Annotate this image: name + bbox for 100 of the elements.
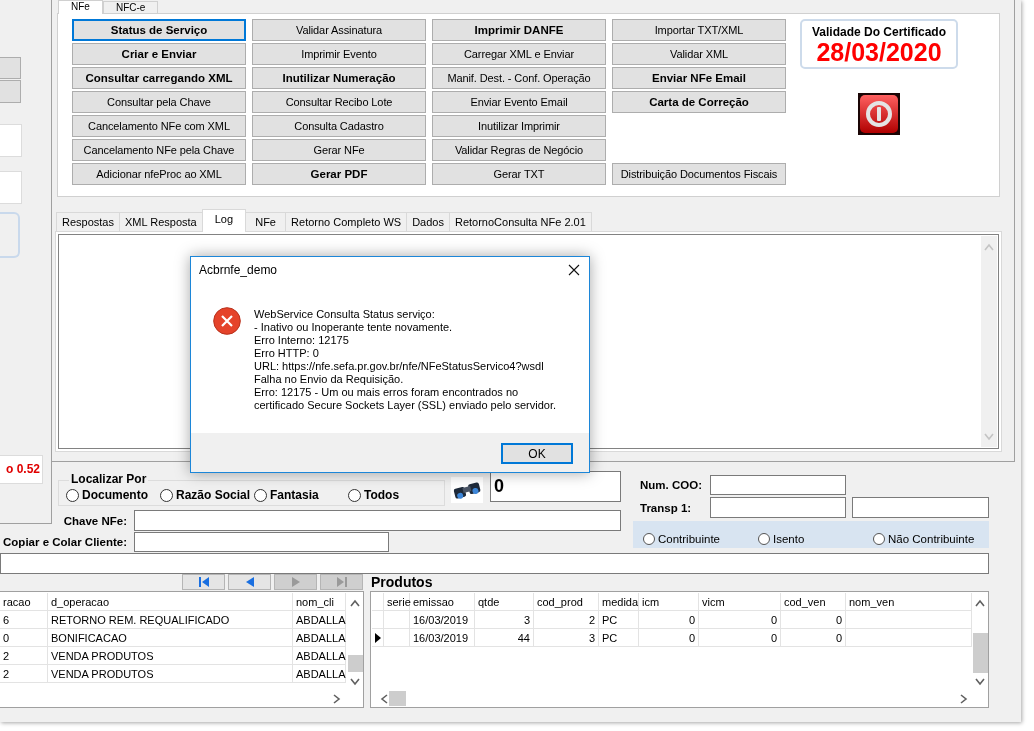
chevron-left-icon[interactable] bbox=[380, 693, 388, 704]
action-button[interactable]: Carregar XML e Enviar bbox=[432, 43, 606, 65]
chevron-up-icon[interactable] bbox=[975, 599, 985, 607]
action-button[interactable]: Enviar NFe Email bbox=[612, 67, 786, 89]
error-icon bbox=[213, 307, 241, 335]
binoculars-icon[interactable] bbox=[451, 477, 483, 503]
radio-option[interactable]: Não Contribuinte bbox=[873, 533, 988, 545]
chevron-down-icon[interactable] bbox=[350, 678, 360, 686]
tab[interactable]: NFe bbox=[58, 0, 103, 14]
ok-button[interactable]: OK bbox=[501, 443, 573, 464]
column-header: nom_ven bbox=[846, 593, 972, 611]
tab[interactable]: Log bbox=[201, 209, 247, 232]
field-label: Chave NFe: bbox=[62, 514, 127, 527]
action-button[interactable]: Consultar Recibo Lote bbox=[252, 91, 426, 113]
chevron-right-icon[interactable] bbox=[333, 693, 341, 704]
chevron-right-icon[interactable] bbox=[960, 693, 968, 704]
scroll-thumb[interactable] bbox=[972, 633, 988, 673]
chevron-down-icon[interactable] bbox=[975, 678, 985, 686]
radio-option[interactable]: Isento bbox=[758, 533, 873, 545]
action-button[interactable]: Cancelamento NFe com XML bbox=[72, 115, 246, 137]
version-label: o 0.52 bbox=[0, 455, 43, 484]
radio-option[interactable]: Fantasia bbox=[254, 488, 348, 502]
tab[interactable]: NFC-e bbox=[102, 1, 159, 13]
skip-to-start-icon bbox=[198, 577, 209, 587]
action-button[interactable]: Carta de Correção bbox=[612, 91, 786, 113]
power-icon[interactable] bbox=[858, 93, 900, 135]
certificate-date: 28/03/2020 bbox=[816, 39, 942, 66]
table-cell: 16/03/2019 bbox=[410, 629, 475, 647]
error-message: WebService Consulta Status serviço: - Inativo ou Inoperante tente novamente. Erro Interno: 12175 Erro HTTP: 0 URL: https://nfe.sefa.pr.gov.br/nfe/NFeStatusServico4?wsdl Falha no Envio da Requisição. Erro: 12175 - Um ou mais erros foram encontrados no certificado Secure Sockets Layer (SSL) enviado pelo servidor. bbox=[254, 308, 557, 412]
table-cell: VENDA PRODUTOS bbox=[48, 665, 293, 683]
table-cell: 0 bbox=[781, 611, 846, 629]
dialog-title: Acbrnfe_demo bbox=[199, 263, 278, 277]
radio-option[interactable]: Documento bbox=[66, 488, 160, 502]
input-field[interactable] bbox=[710, 475, 846, 495]
table-cell: ABDALLA bbox=[293, 611, 346, 629]
input-field[interactable] bbox=[134, 532, 389, 552]
action-button[interactable]: Inutilizar Numeração bbox=[252, 67, 426, 89]
column-header: serie bbox=[384, 593, 410, 611]
action-button[interactable]: Validar XML bbox=[612, 43, 786, 65]
input-field[interactable] bbox=[852, 497, 989, 518]
action-button[interactable]: Validar Assinatura bbox=[252, 19, 426, 41]
action-button[interactable]: Manif. Dest. - Conf. Operação bbox=[432, 67, 606, 89]
table-cell bbox=[384, 611, 410, 629]
table-cell: 0 bbox=[0, 629, 48, 647]
table-cell: 16/03/2019 bbox=[410, 611, 475, 629]
action-button[interactable]: Gerar NFe bbox=[252, 139, 426, 161]
action-button[interactable]: Imprimir DANFE bbox=[432, 19, 606, 41]
action-button[interactable]: Importar TXT/XML bbox=[612, 19, 786, 41]
field-label: Num. COO: bbox=[639, 479, 703, 491]
column-header: vicm bbox=[699, 593, 781, 611]
close-button[interactable] bbox=[568, 264, 580, 276]
previous-record-button[interactable] bbox=[228, 574, 271, 590]
scroll-thumb[interactable] bbox=[347, 655, 363, 672]
action-button[interactable]: Distribuição Documentos Fiscais bbox=[612, 163, 786, 185]
input-field[interactable] bbox=[134, 510, 621, 531]
current-row-icon bbox=[374, 632, 381, 643]
column-header: medida bbox=[599, 593, 639, 611]
tab[interactable]: XML Resposta bbox=[119, 212, 203, 231]
action-button[interactable]: Gerar TXT bbox=[432, 163, 606, 185]
action-button[interactable]: Imprimir Evento bbox=[252, 43, 426, 65]
action-button[interactable]: Consulta Cadastro bbox=[252, 115, 426, 137]
grid-title: Produtos bbox=[370, 574, 433, 591]
action-button[interactable]: Cancelamento NFe pela Chave bbox=[72, 139, 246, 161]
first-record-button[interactable] bbox=[182, 574, 225, 590]
tab[interactable]: RetornoConsulta NFe 2.01 bbox=[448, 212, 592, 231]
scroll-thumb[interactable] bbox=[389, 691, 406, 706]
tab[interactable]: Respostas bbox=[56, 212, 120, 231]
table-cell: ABDALLA bbox=[293, 629, 346, 647]
table-cell: 44 bbox=[475, 629, 534, 647]
table-cell: PC bbox=[599, 629, 639, 647]
action-button[interactable]: Enviar Evento Email bbox=[432, 91, 606, 113]
action-button[interactable]: Consultar carregando XML bbox=[72, 67, 246, 89]
action-button[interactable]: Validar Regras de Negócio bbox=[432, 139, 606, 161]
certificate-title: Validade Do Certificado bbox=[811, 25, 946, 39]
triangle-right-icon bbox=[291, 577, 300, 587]
tab[interactable]: Retorno Completo WS bbox=[285, 212, 408, 231]
action-button[interactable]: Adicionar nfeProc ao XML bbox=[72, 163, 246, 185]
radio-option[interactable]: Contribuinte bbox=[643, 533, 758, 545]
radio-option[interactable]: Todos bbox=[348, 488, 442, 502]
action-button[interactable]: Inutilizar Imprimir bbox=[432, 115, 606, 137]
table-cell: 2 bbox=[0, 647, 48, 665]
table-cell: ABDALLA bbox=[293, 665, 346, 683]
column-header: racao bbox=[0, 593, 48, 611]
count-field[interactable]: 0 bbox=[490, 471, 621, 502]
table-cell: BONIFICACAO bbox=[48, 629, 293, 647]
radio-option[interactable]: Razão Social bbox=[160, 488, 254, 502]
table-cell: ABDALLA bbox=[293, 647, 346, 665]
field-label: Transp 1: bbox=[639, 501, 693, 514]
input-field[interactable] bbox=[710, 497, 846, 518]
table-cell: 3 bbox=[475, 611, 534, 629]
input-field[interactable] bbox=[0, 553, 989, 574]
action-button[interactable]: Status de Serviço bbox=[72, 19, 246, 41]
action-button[interactable]: Criar e Enviar bbox=[72, 43, 246, 65]
action-button[interactable]: Gerar PDF bbox=[252, 163, 426, 185]
table-cell: 6 bbox=[0, 611, 48, 629]
action-button[interactable]: Consultar pela Chave bbox=[72, 91, 246, 113]
skip-to-end-icon bbox=[336, 577, 347, 587]
column-header: icm bbox=[639, 593, 699, 611]
chevron-up-icon[interactable] bbox=[350, 599, 360, 607]
close-icon bbox=[568, 264, 580, 276]
